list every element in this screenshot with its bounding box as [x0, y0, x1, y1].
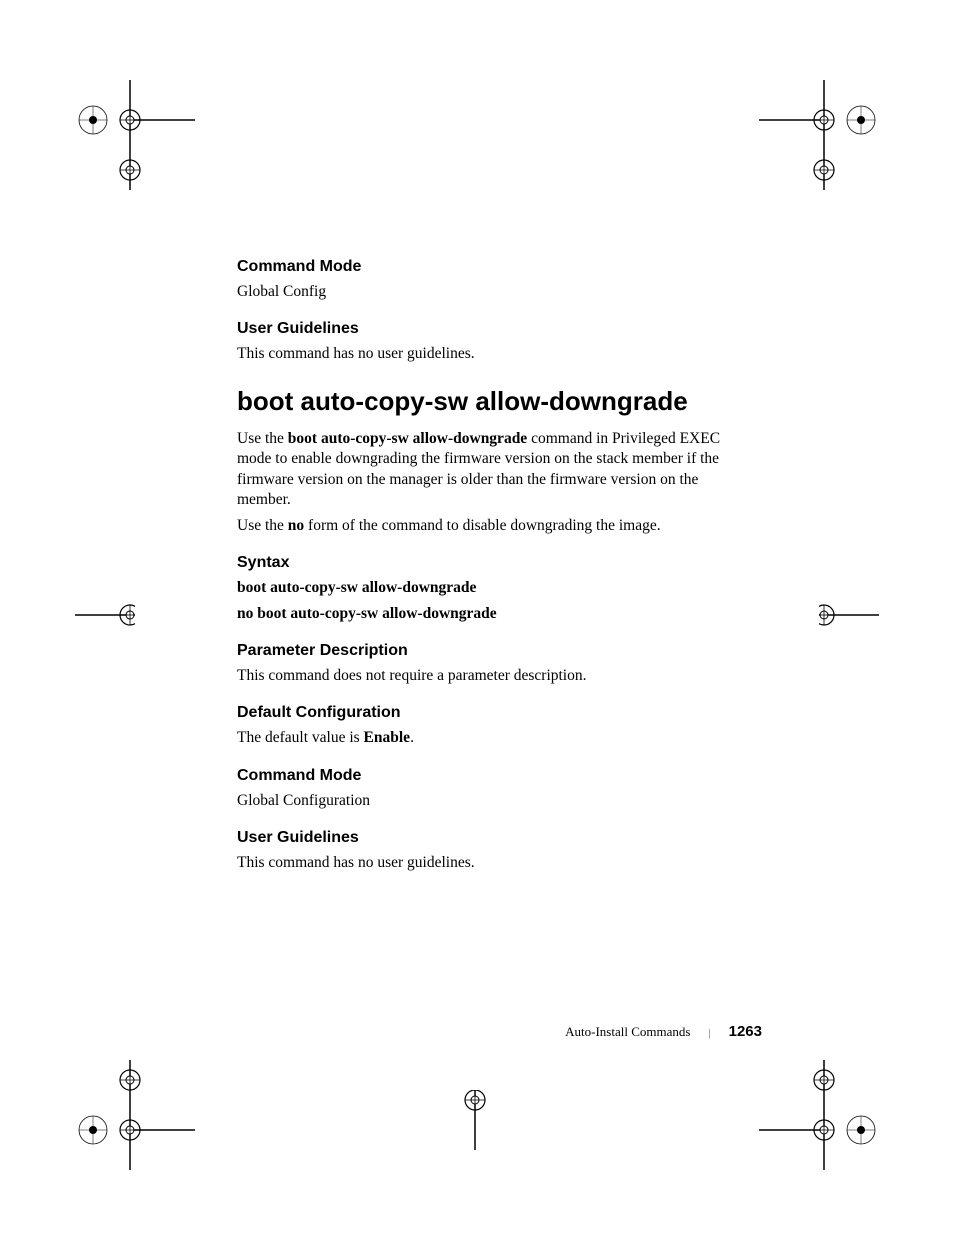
text-parameter-body: This command does not require a paramete… [237, 666, 747, 686]
crop-mark-mid-right [819, 595, 879, 635]
page-footer: Auto-Install Commands | 1263 [565, 1023, 762, 1040]
crop-mark-mid-left [75, 595, 135, 635]
footer-page-number: 1263 [729, 1023, 762, 1040]
heading-default-configuration: Default Configuration [237, 704, 747, 722]
text-command-mode-2-body: Global Configuration [237, 791, 747, 811]
heading-syntax: Syntax [237, 554, 747, 572]
footer-separator: | [708, 1027, 710, 1039]
text-default-body: The default value is Enable. [237, 728, 747, 748]
text-syntax-line1: boot auto-copy-sw allow-downgrade [237, 578, 747, 598]
crop-mark-bottom-center [455, 1090, 495, 1150]
heading-command-mode-2: Command Mode [237, 767, 747, 785]
heading-user-guidelines-2: User Guidelines [237, 829, 747, 847]
heading-parameter-description: Parameter Description [237, 642, 747, 660]
heading-main-command: boot auto-copy-sw allow-downgrade [237, 386, 747, 417]
text-intro-para1: Use the boot auto-copy-sw allow-downgrad… [237, 429, 747, 510]
crop-mark-bottom-right [759, 1060, 879, 1170]
page-content: Command Mode Global Config User Guidelin… [237, 258, 747, 891]
footer-chapter-name: Auto-Install Commands [565, 1024, 690, 1040]
text-command-mode-body: Global Config [237, 282, 747, 302]
text-user-guidelines-2-body: This command has no user guidelines. [237, 853, 747, 873]
text-intro-para2: Use the no form of the command to disabl… [237, 516, 747, 536]
crop-mark-bottom-left [75, 1060, 195, 1170]
text-user-guidelines-body: This command has no user guidelines. [237, 344, 747, 364]
heading-command-mode: Command Mode [237, 258, 747, 276]
heading-user-guidelines: User Guidelines [237, 320, 747, 338]
text-syntax-line2: no boot auto-copy-sw allow-downgrade [237, 604, 747, 624]
crop-mark-top-right [759, 80, 879, 190]
crop-mark-top-left [75, 80, 195, 190]
